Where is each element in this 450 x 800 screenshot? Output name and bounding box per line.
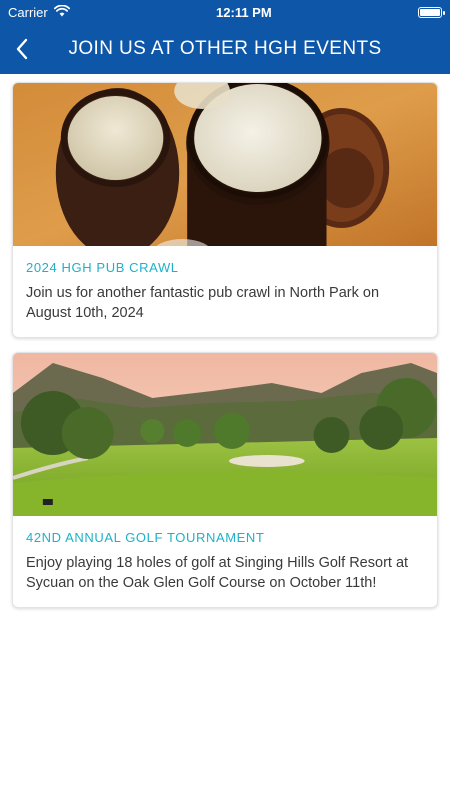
status-bar: Carrier 12:11 PM xyxy=(0,0,450,24)
nav-bar: JOIN US AT OTHER HGH EVENTS xyxy=(0,24,450,74)
app-screen: Carrier 12:11 PM JOIN US AT OTHER HGH EV… xyxy=(0,0,450,800)
golf-course-photo xyxy=(13,353,437,516)
event-title: 42ND ANNUAL GOLF TOURNAMENT xyxy=(26,530,265,545)
page-title: JOIN US AT OTHER HGH EVENTS xyxy=(68,38,382,59)
event-description: Join us for another fantastic pub crawl … xyxy=(26,285,380,321)
event-card-pub-crawl[interactable]: 2024 HGH PUB CRAWL Join us for another f… xyxy=(12,82,438,338)
event-description: Enjoy playing 18 holes of golf at Singin… xyxy=(26,555,409,591)
carrier-label: Carrier xyxy=(8,4,48,20)
status-time: 12:11 PM xyxy=(216,4,272,20)
event-title: 2024 HGH PUB CRAWL xyxy=(26,260,179,275)
battery-icon xyxy=(417,6,445,18)
event-card-golf-tournament[interactable]: 42ND ANNUAL GOLF TOURNAMENT Enjoy playin… xyxy=(12,352,438,608)
card-body: 42ND ANNUAL GOLF TOURNAMENT Enjoy playin… xyxy=(13,516,437,607)
wifi-icon xyxy=(53,4,70,20)
chevron-left-icon xyxy=(16,38,28,60)
card-body: 2024 HGH PUB CRAWL Join us for another f… xyxy=(13,246,437,337)
header: Carrier 12:11 PM JOIN US AT OTHER HGH EV… xyxy=(0,0,450,74)
beer-glasses-photo xyxy=(13,83,437,246)
status-left: Carrier xyxy=(8,4,70,20)
event-list: 2024 HGH PUB CRAWL Join us for another f… xyxy=(0,74,450,630)
back-button[interactable] xyxy=(2,29,42,69)
